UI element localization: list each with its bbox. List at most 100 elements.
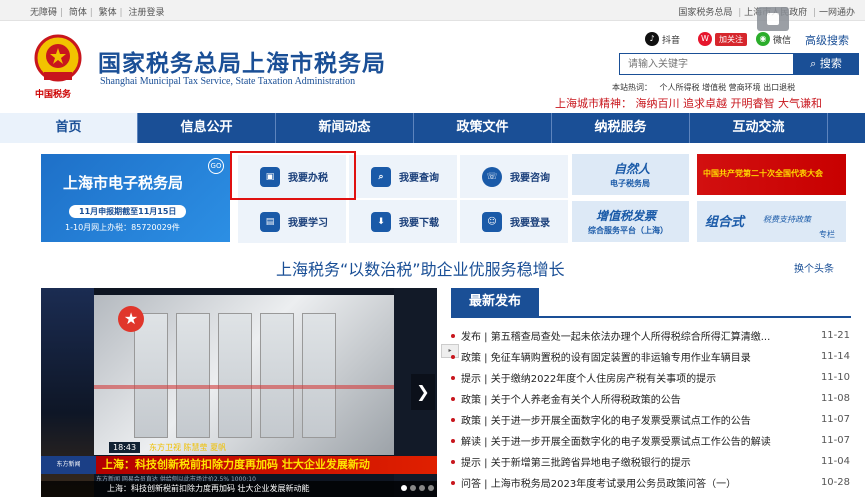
bullet (451, 417, 455, 422)
one-network-link[interactable]: 一网通办 (819, 8, 855, 18)
service-label: 我要查询 (399, 173, 439, 184)
cabinet (302, 313, 336, 438)
service-label: 我要登录 (510, 218, 550, 229)
list-item[interactable]: 政策 | 关于进一步开展全面数字化的电子发票受票试点工作的公告 11-07 (451, 409, 850, 430)
nav-policy[interactable]: 政策文件 (414, 113, 552, 143)
news-title[interactable]: 提示 | 关于新增第三批跨省异地电子缴税银行的提示 (461, 454, 801, 469)
promo-title: 增值税发票 (596, 209, 657, 223)
service-login[interactable]: ☺ 我要登录 (460, 200, 568, 243)
douyin-link[interactable]: ♪ 抖音 (645, 32, 680, 46)
nav-interaction[interactable]: 互动交流 (690, 113, 828, 143)
separator: | (119, 8, 123, 18)
bullet (451, 438, 455, 443)
promo-combined-policy[interactable]: 组合式 税费支持政策 专栏 (697, 201, 846, 242)
carousel-dot[interactable] (419, 485, 425, 491)
hot-words: 本站热词： 个人所得税 增值税 营商环境 出口退税 (612, 82, 795, 93)
cabinet (260, 313, 294, 438)
list-item[interactable]: 政策 | 免征车辆购置税的设有固定装置的非运输专用作业车辆目录 11-14 (451, 346, 850, 367)
news-title[interactable]: 政策 | 关于进一步开展全面数字化的电子发票受票试点工作的公告 (461, 412, 801, 427)
weibo-follow[interactable]: W 加关注 (698, 32, 747, 46)
nav-info-disclosure[interactable]: 信息公开 (138, 113, 276, 143)
dragon-tv-logo-icon: ★ (118, 306, 144, 332)
list-item[interactable]: 解读 | 关于进一步开展全面数字化的电子发票受票试点工作公告的解读 11-07 (451, 430, 850, 451)
hot-word[interactable]: 个人所得税 (660, 83, 700, 92)
user-icon: ☺ (482, 211, 502, 232)
tab-latest-news[interactable]: 最新发布 (451, 288, 539, 316)
promo-title: 组合式 (705, 215, 745, 230)
service-label: 我要下载 (399, 218, 439, 229)
promo-subtitle: 综合服务平台（上海） (588, 226, 668, 235)
swap-headline-link[interactable]: 换个头条 (794, 260, 834, 275)
news-title[interactable]: 发布 | 第五稽查局查处一起未依法办理个人所得税综合所得汇算清缴... (461, 328, 801, 343)
site-title-cn: 国家税务总局上海市税务局 (98, 51, 386, 77)
simplified-link[interactable]: 简体 (69, 8, 87, 18)
list-item[interactable]: 提示 | 关于新增第三批跨省异地电子缴税银行的提示 11-04 (451, 451, 850, 472)
city-spirit-text: 上海城市精神： 海纳百川 追求卓越 开明睿智 大气谦和 (555, 97, 822, 110)
service-download[interactable]: ⬇ 我要下载 (349, 200, 457, 243)
promo-tag: 专栏 (819, 230, 835, 239)
news-title[interactable]: 问答 | 上海市税务局2023年度考试录用公务员政策问答（一） (461, 475, 801, 490)
hot-words-label: 本站热词： (612, 83, 652, 92)
carousel-dot[interactable] (401, 485, 407, 491)
nav-home[interactable]: 首页 (0, 113, 138, 143)
cabinet (134, 313, 168, 438)
news-date: 10-28 (820, 477, 850, 488)
bullet (451, 333, 455, 338)
promo-natural-person-etax[interactable]: 自然人 电子税务局 (572, 154, 689, 195)
carousel-dots (401, 485, 434, 491)
video-caption: 上海：科技创新税前扣除力度再加码 壮大企业发展新动 (96, 456, 437, 474)
search-button[interactable]: ⌕ 搜索 (793, 53, 859, 75)
consult-icon: ☏ (482, 166, 502, 187)
hot-word[interactable]: 营商环境 (729, 83, 761, 92)
carousel-dot[interactable] (410, 485, 416, 491)
news-date: 11-07 (820, 414, 850, 425)
promo-20th-congress[interactable]: 中国共产党第二十次全国代表大会 (697, 154, 846, 195)
nav-news[interactable]: 新闻动态 (276, 113, 414, 143)
carousel-dot[interactable] (428, 485, 434, 491)
list-item[interactable]: 发布 | 第五稽查局查处一起未依法办理个人所得税综合所得汇算清缴... 11-21 (451, 325, 850, 346)
news-date: 11-21 (820, 330, 850, 341)
accessibility-link[interactable]: 无障碍 (30, 8, 57, 18)
news-date: 11-07 (820, 435, 850, 446)
wechat-icon: ◉ (756, 32, 770, 46)
news-title[interactable]: 政策 | 关于个人养老金有关个人所得税政策的公告 (461, 391, 801, 406)
news-title[interactable]: 解读 | 关于进一步开展全面数字化的电子发票受票试点工作公告的解读 (461, 433, 801, 448)
video-title-bar[interactable]: 上海：科技创新税前扣除力度再加码 壮大企业发展新动能 (41, 481, 437, 497)
news-title[interactable]: 提示 | 关于缴纳2022年度个人住房房产税有关事项的提示 (461, 370, 801, 385)
service-learn[interactable]: ▤ 我要学习 (238, 200, 346, 243)
headline-link[interactable]: 上海税务“以数治税”助企业优服务稳增长 (276, 256, 565, 280)
service-query[interactable]: ⌕ 我要查询 (349, 155, 457, 198)
learn-icon: ▤ (260, 211, 280, 232)
etax-stat: 1-10月网上办税：85720029件 (65, 223, 180, 232)
traditional-link[interactable]: 繁体 (99, 8, 117, 18)
service-consult[interactable]: ☏ 我要咨询 (460, 155, 568, 198)
news-date: 11-04 (820, 456, 850, 467)
nav-tax-service[interactable]: 纳税服务 (552, 113, 690, 143)
hot-word[interactable]: 增值税 (702, 83, 726, 92)
go-badge-icon: GO (208, 158, 224, 174)
service-label: 我要学习 (288, 218, 328, 229)
promo-vat-invoice[interactable]: 增值税发票 综合服务平台（上海） (572, 201, 689, 242)
next-arrow-icon[interactable]: ❯ (411, 374, 435, 410)
register-login-link[interactable]: 注册登录 (128, 8, 164, 18)
news-title[interactable]: 政策 | 免征车辆购置税的设有固定装置的非运输专用作业车辆目录 (461, 349, 801, 364)
cabinet (176, 313, 210, 438)
etax-title: 上海市电子税务局 (63, 174, 184, 192)
separator: | (89, 8, 93, 18)
search-input[interactable] (619, 53, 793, 75)
advanced-search-link[interactable]: 高级搜索 (805, 32, 849, 48)
list-item[interactable]: 提示 | 关于缴纳2022年度个人住房房产税有关事项的提示 11-10 (451, 367, 850, 388)
search-button-label: 搜索 (819, 57, 842, 70)
news-divider (451, 316, 851, 318)
sta-link[interactable]: 国家税务总局 (678, 8, 732, 18)
hot-word[interactable]: 出口退税 (763, 83, 795, 92)
video-player[interactable]: ★ 18:43 东方卫视 陈慧莹 夏帆 东方新闻 上海：科技创新税前扣除力度再加… (41, 288, 437, 497)
etax-banner[interactable]: GO 上海市电子税务局 11月申报期截至11月15日 1-10月网上办税：857… (41, 154, 230, 242)
wechat-link[interactable]: ◉ 微信 (756, 32, 791, 46)
list-item[interactable]: 问答 | 上海市税务局2023年度考试录用公务员政策问答（一） 10-28 (451, 472, 850, 493)
bullet (451, 459, 455, 464)
bullet (451, 480, 455, 485)
weibo-icon: W (698, 32, 712, 46)
list-item[interactable]: 政策 | 关于个人养老金有关个人所得税政策的公告 11-08 (451, 388, 850, 409)
query-icon: ⌕ (371, 166, 391, 187)
